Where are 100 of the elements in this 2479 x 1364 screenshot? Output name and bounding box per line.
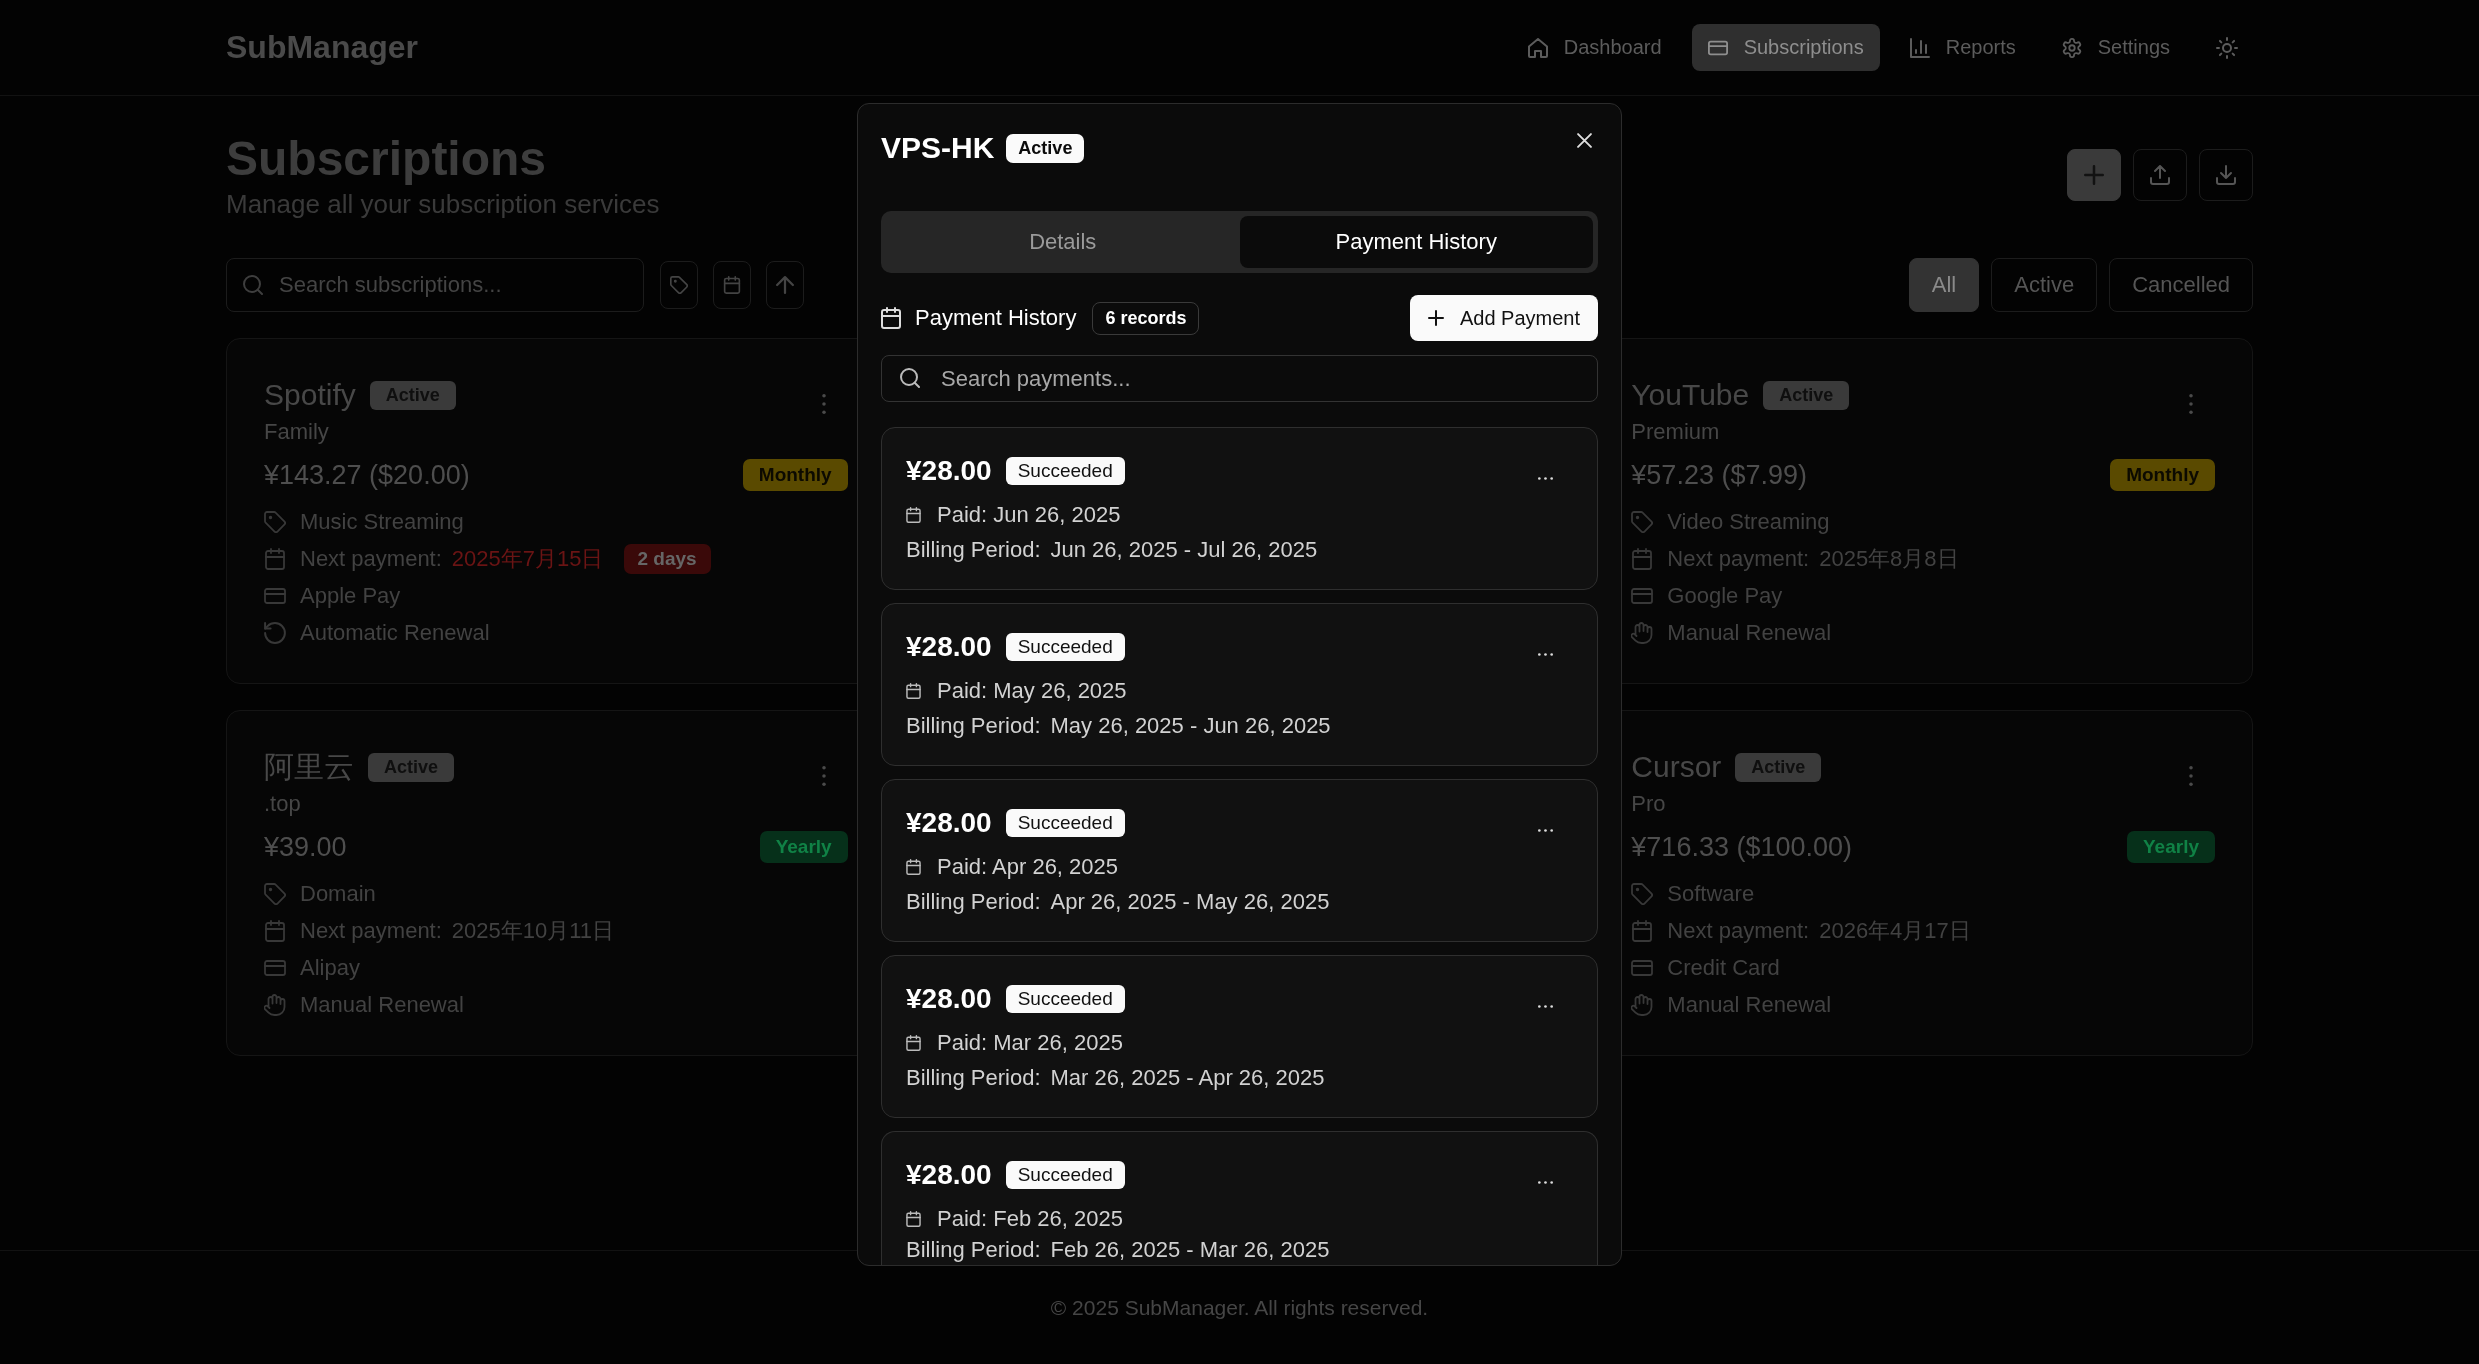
sort-button[interactable] [766, 261, 804, 309]
billing-period-label: Billing Period: [906, 1237, 1041, 1263]
calendar-icon [906, 507, 921, 523]
plan-name: Premium [1631, 418, 1720, 446]
theme-toggle-sun-icon[interactable] [2216, 36, 2238, 59]
calendar-icon [264, 547, 286, 570]
more-options-icon[interactable] [1538, 828, 1553, 832]
payment-amount: ¥28.00 [906, 1159, 992, 1191]
bar-chart-icon [1909, 37, 1930, 58]
add-payment-button[interactable]: Add Payment [1409, 295, 1598, 341]
price: ¥143.27 ($20.00) [264, 459, 470, 491]
tag-filter-button[interactable] [660, 261, 698, 309]
calendar-icon [881, 307, 901, 329]
close-icon[interactable] [1577, 133, 1592, 148]
import-button[interactable] [2133, 149, 2187, 201]
next-payment-label: Next payment: [1667, 545, 1810, 572]
next-payment-date: 2025年8月8日 [1819, 544, 1959, 573]
nav-link[interactable]: Subscriptions [1691, 24, 1880, 71]
calendar-icon [1631, 547, 1654, 570]
billing-period-label: Billing Period: [906, 1064, 1041, 1091]
plan-name: Family [264, 418, 329, 446]
payment-method-text: Google Pay [1667, 582, 1783, 609]
tab[interactable]: Details [886, 216, 1240, 268]
payment-method-text: Credit Card [1667, 954, 1780, 981]
tag-icon [264, 882, 286, 905]
billing-period-dates: Jun 26, 2025 - Jul 26, 2025 [1050, 536, 1318, 563]
record-count-badge: 6 records [1092, 301, 1200, 335]
section-title: Payment History [915, 305, 1077, 331]
billing-period-label: Billing Period: [906, 712, 1041, 739]
paid-date: Paid: Mar 26, 2025 [937, 1030, 1123, 1056]
app-logo[interactable]: SubManager [226, 29, 419, 66]
tag-icon [1631, 510, 1654, 533]
nav-link[interactable]: Settings [2045, 24, 2186, 71]
date-filter-button[interactable] [713, 261, 751, 309]
tab[interactable]: Payment History [1239, 216, 1593, 268]
calendar-icon [906, 1211, 921, 1227]
price: ¥716.33 ($100.00) [1631, 831, 1852, 863]
subscription-name: Spotify [264, 378, 356, 412]
filter-button[interactable]: Cancelled [2109, 258, 2253, 312]
nav-link[interactable]: Dashboard [1511, 24, 1678, 71]
search-icon [243, 275, 263, 295]
calendar-icon [906, 683, 921, 699]
payment-amount: ¥28.00 [906, 807, 992, 839]
tag-icon [670, 276, 688, 294]
payment-amount: ¥28.00 [906, 631, 992, 663]
calendar-icon [723, 276, 741, 294]
billing-cycle-badge: Monthly [742, 459, 848, 491]
plus-icon [1427, 310, 1444, 326]
billing-period-dates: Apr 26, 2025 - May 26, 2025 [1050, 888, 1330, 915]
add-subscription-button[interactable] [2067, 149, 2121, 201]
filter-button[interactable]: All [1908, 258, 1980, 312]
calendar-icon [264, 919, 286, 942]
price: ¥57.23 ($7.99) [1631, 459, 1807, 491]
renewal-text: Manual Renewal [1667, 991, 1832, 1018]
more-options-icon[interactable] [1538, 476, 1553, 480]
billing-cycle-badge: Yearly [759, 831, 848, 863]
filter-button[interactable]: Active [1991, 258, 2098, 312]
calendar-icon [906, 859, 921, 875]
next-payment-date: 2025年10月11日 [451, 916, 615, 945]
arrow-up-icon [776, 276, 794, 294]
payment-status-badge: Succeeded [1005, 633, 1125, 661]
more-options-icon[interactable] [1538, 1004, 1553, 1008]
download-icon [2216, 165, 2236, 185]
category-text: Video Streaming [1667, 508, 1830, 535]
payment-amount: ¥28.00 [906, 983, 992, 1015]
next-payment-label: Next payment: [1667, 917, 1810, 944]
billing-period-dates: May 26, 2025 - Jun 26, 2025 [1050, 712, 1331, 739]
renewal-text: Manual Renewal [1667, 619, 1832, 646]
next-payment-date: 2025年7月15日 [451, 544, 604, 573]
payment-method-text: Alipay [300, 954, 360, 981]
more-options-icon[interactable] [1538, 1180, 1553, 1184]
payment-status-badge: Succeeded [1005, 457, 1125, 485]
billing-period-dates: Feb 26, 2025 - Mar 26, 2025 [1050, 1237, 1330, 1263]
billing-period-dates: Mar 26, 2025 - Apr 26, 2025 [1050, 1064, 1325, 1091]
paid-date: Paid: Apr 26, 2025 [937, 854, 1119, 880]
price: ¥39.00 [264, 831, 347, 863]
calendar-icon [906, 1035, 921, 1051]
next-payment-label: Next payment: [300, 917, 442, 944]
plan-name: .top [264, 790, 301, 818]
payment-search-field[interactable]: Search payments... [881, 355, 1598, 402]
export-button[interactable] [2199, 149, 2253, 201]
home-icon [1527, 37, 1548, 58]
search-field[interactable]: Search subscriptions... [226, 258, 644, 312]
payment-status-badge: Succeeded [1005, 809, 1125, 837]
payment-status-badge: Succeeded [1005, 1161, 1125, 1189]
payment-method-text: Apple Pay [300, 582, 401, 609]
tag-icon [264, 510, 286, 533]
settings-icon [2061, 37, 2082, 58]
upload-icon [2150, 165, 2170, 185]
paid-date: Paid: Feb 26, 2025 [937, 1206, 1123, 1232]
billing-period-label: Billing Period: [906, 536, 1041, 563]
nav-link[interactable]: Reports [1893, 24, 2032, 71]
subscription-name: YouTube [1631, 378, 1750, 412]
billing-period-label: Billing Period: [906, 888, 1041, 915]
category-text: Music Streaming [300, 508, 464, 535]
plan-name: Pro [1631, 790, 1666, 818]
more-options-icon[interactable] [1538, 652, 1553, 656]
subscription-name: 阿里云 [264, 748, 354, 785]
status-badge: Active [1006, 133, 1085, 163]
tag-icon [1631, 882, 1654, 905]
